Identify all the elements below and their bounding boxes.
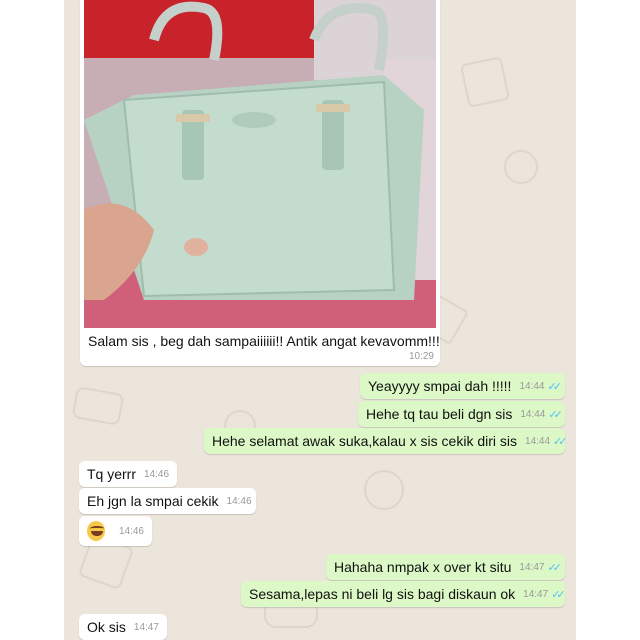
message-text: Yeayyyy smpai dah !!!!! xyxy=(368,378,512,394)
outgoing-message[interactable]: Sesama,lepas ni beli lg sis bagi diskaun… xyxy=(241,581,566,607)
photo-caption: Salam sis , beg dah sampaiiiiii!! Antik … xyxy=(88,333,440,349)
wallpaper-doodle xyxy=(71,386,125,426)
wallpaper-doodle xyxy=(504,150,538,184)
message-text: Hehe tq tau beli dgn sis xyxy=(366,406,513,422)
message-timestamp: 14:47 xyxy=(133,621,159,633)
photo-message-bubble[interactable]: Salam sis , beg dah sampaiiiiii!! Antik … xyxy=(80,0,440,366)
laughing-tears-emoji-icon xyxy=(87,521,105,541)
read-ticks-icon: ✓✓ xyxy=(547,561,562,574)
outgoing-message[interactable]: Hehe tq tau beli dgn sis 14:44 ✓✓ xyxy=(358,401,565,427)
message-text: Hahaha nmpak x over kt situ xyxy=(334,559,512,575)
wallpaper-doodle xyxy=(459,56,511,108)
message-text: Hehe selamat awak suka,kalau x sis cekik… xyxy=(212,433,518,449)
incoming-message[interactable]: 14:46 xyxy=(79,516,152,546)
message-timestamp: 14:46 xyxy=(144,468,170,480)
message-timestamp: 10:29 xyxy=(408,351,434,362)
message-timestamp: 14:44 xyxy=(519,380,545,392)
outgoing-message[interactable]: Hahaha nmpak x over kt situ 14:47 ✓✓ xyxy=(326,554,565,580)
read-ticks-icon: ✓✓ xyxy=(551,588,566,601)
message-timestamp: 14:47 xyxy=(519,561,545,573)
read-ticks-icon: ✓✓ xyxy=(548,408,563,421)
message-text: Sesama,lepas ni beli lg sis bagi diskaun… xyxy=(249,586,516,602)
message-text: Tq yerrr xyxy=(87,466,136,482)
read-ticks-icon: ✓✓ xyxy=(553,435,568,448)
message-timestamp: 14:46 xyxy=(118,525,144,537)
wallpaper-doodle xyxy=(364,470,404,510)
incoming-message[interactable]: Tq yerrr 14:46 xyxy=(79,461,177,487)
message-timestamp: 14:47 xyxy=(523,588,549,600)
message-timestamp: 14:44 xyxy=(520,408,546,420)
incoming-message[interactable]: Eh jgn la smpai cekik 14:46 xyxy=(79,488,256,514)
message-text: Eh jgn la smpai cekik xyxy=(87,493,219,509)
read-ticks-icon: ✓✓ xyxy=(547,380,562,393)
message-timestamp: 14:44 xyxy=(525,435,551,447)
message-timestamp: 14:46 xyxy=(226,495,252,507)
outgoing-message[interactable]: Hehe selamat awak suka,kalau x sis cekik… xyxy=(204,428,568,454)
incoming-message[interactable]: Ok sis 14:47 xyxy=(79,614,167,640)
handbag-photo[interactable] xyxy=(84,0,436,328)
message-text: Ok sis xyxy=(87,619,126,635)
outgoing-message[interactable]: Yeayyyy smpai dah !!!!! 14:44 ✓✓ xyxy=(360,373,565,399)
